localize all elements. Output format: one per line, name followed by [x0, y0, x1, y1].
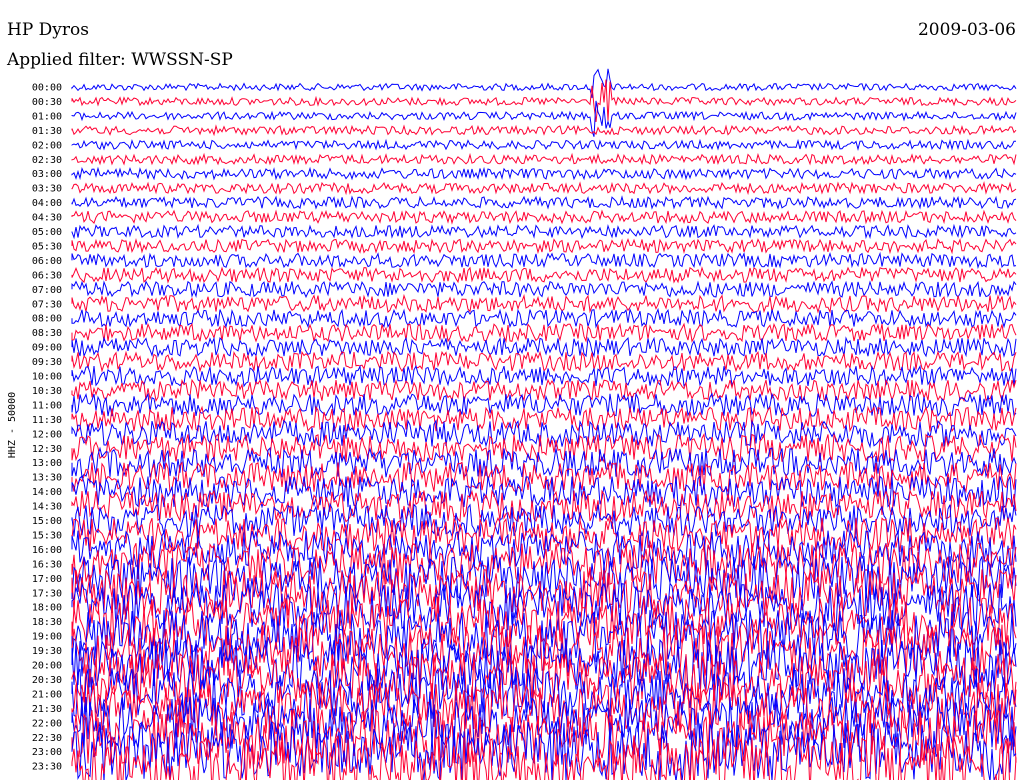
trace-line: [71, 336, 1017, 359]
tick-label: 13:00: [32, 458, 62, 469]
tick-label: 10:00: [32, 372, 62, 383]
y-axis-label: HHZ - 50000: [7, 392, 18, 458]
helicorder-plot: 00:00 00:30 01:00 01:30 02:00 02:30 03:00 03:30…: [7, 68, 1017, 780]
trace-line: [71, 223, 1017, 240]
tick-label: 07:00: [32, 285, 62, 296]
trace-line: [71, 166, 1017, 181]
tick-label: 05:00: [32, 227, 62, 238]
tick-label: 08:30: [32, 328, 62, 339]
tick-label: 00:30: [32, 97, 62, 108]
tick-label: 21:30: [32, 704, 62, 715]
tick-label: 09:30: [32, 357, 62, 368]
tick-label: 07:30: [32, 299, 62, 310]
tick-label: 23:00: [32, 747, 62, 758]
tick-label: 17:30: [32, 588, 62, 599]
tick-label: 12:30: [32, 444, 62, 455]
trace-line: [71, 488, 1017, 523]
tick-label: 17:00: [32, 574, 62, 585]
trace-line: [71, 307, 1017, 329]
trace-line: [71, 378, 1017, 403]
trace-line: [71, 124, 1017, 137]
tick-label: 03:00: [32, 169, 62, 180]
tick-label: 18:00: [32, 603, 62, 614]
trace-line: [71, 195, 1017, 210]
tick-label: 04:30: [32, 213, 62, 224]
tick-label: 14:30: [32, 502, 62, 513]
tick-label: 18:30: [32, 617, 62, 628]
tick-label: 10:30: [32, 386, 62, 397]
tick-label: 23:30: [32, 762, 62, 773]
tick-label: 22:00: [32, 718, 62, 729]
tick-label: 08:00: [32, 314, 62, 325]
trace-line: [71, 405, 1017, 433]
tick-label: 02:00: [32, 140, 62, 151]
tick-label: 20:00: [32, 661, 62, 672]
trace-line: [71, 266, 1017, 284]
tick-label: 13:30: [32, 473, 62, 484]
trace-group: [71, 68, 1017, 780]
tick-label: 22:30: [32, 733, 62, 744]
tick-label: 14:00: [32, 487, 62, 498]
trace-line: [71, 350, 1017, 373]
tick-label: 16:30: [32, 559, 62, 570]
trace-line: [71, 68, 1017, 99]
trace-line: [71, 209, 1017, 225]
trace-line: [71, 181, 1017, 196]
tick-label: 19:00: [32, 632, 62, 643]
trace-line: [71, 152, 1017, 166]
trace-line: [71, 237, 1017, 255]
tick-label: 19:30: [32, 646, 62, 657]
tick-label: 15:00: [32, 516, 62, 527]
tick-label: 09:00: [32, 343, 62, 354]
tick-label: 21:00: [32, 689, 62, 700]
trace-line: [71, 251, 1017, 270]
tick-label: 05:30: [32, 241, 62, 252]
tick-label: 01:00: [32, 111, 62, 122]
tick-label-group: 00:00 00:30 01:00 01:30 02:00 02:30 03:00 03:30…: [32, 83, 62, 773]
tick-label: 03:30: [32, 184, 62, 195]
tick-label: 11:30: [32, 415, 62, 426]
tick-label: 00:00: [32, 83, 62, 94]
tick-label: 12:00: [32, 429, 62, 440]
tick-label: 11:00: [32, 400, 62, 411]
tick-label: 15:30: [32, 530, 62, 541]
tick-label: 06:30: [32, 270, 62, 281]
trace-line: [71, 100, 1017, 137]
tick-label: 06:00: [32, 256, 62, 267]
trace-line: [71, 293, 1017, 314]
tick-label: 20:30: [32, 675, 62, 686]
tick-label: 01:30: [32, 126, 62, 137]
trace-line: [71, 280, 1017, 299]
tick-label: 16:00: [32, 545, 62, 556]
tick-label: 02:30: [32, 155, 62, 166]
trace-line: [71, 138, 1016, 151]
tick-label: 04:00: [32, 198, 62, 209]
